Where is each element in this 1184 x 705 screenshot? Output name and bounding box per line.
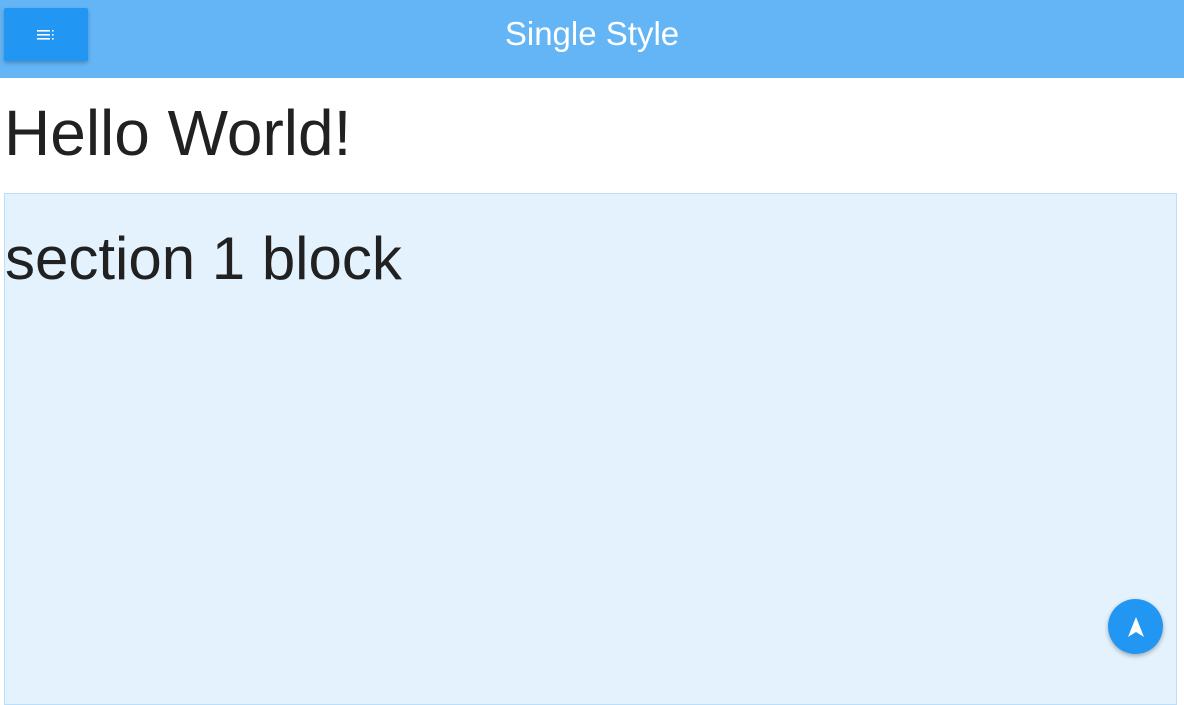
app-header: Single Style — [0, 0, 1184, 78]
navigation-fab-button[interactable] — [1108, 599, 1163, 654]
section-1-text: section 1 block — [5, 225, 402, 292]
hello-heading: Hello World! — [4, 97, 352, 169]
section-1-block: section 1 block — [4, 193, 1177, 705]
page-title: Single Style — [504, 15, 680, 52]
navigation-arrow-icon — [1127, 616, 1145, 637]
